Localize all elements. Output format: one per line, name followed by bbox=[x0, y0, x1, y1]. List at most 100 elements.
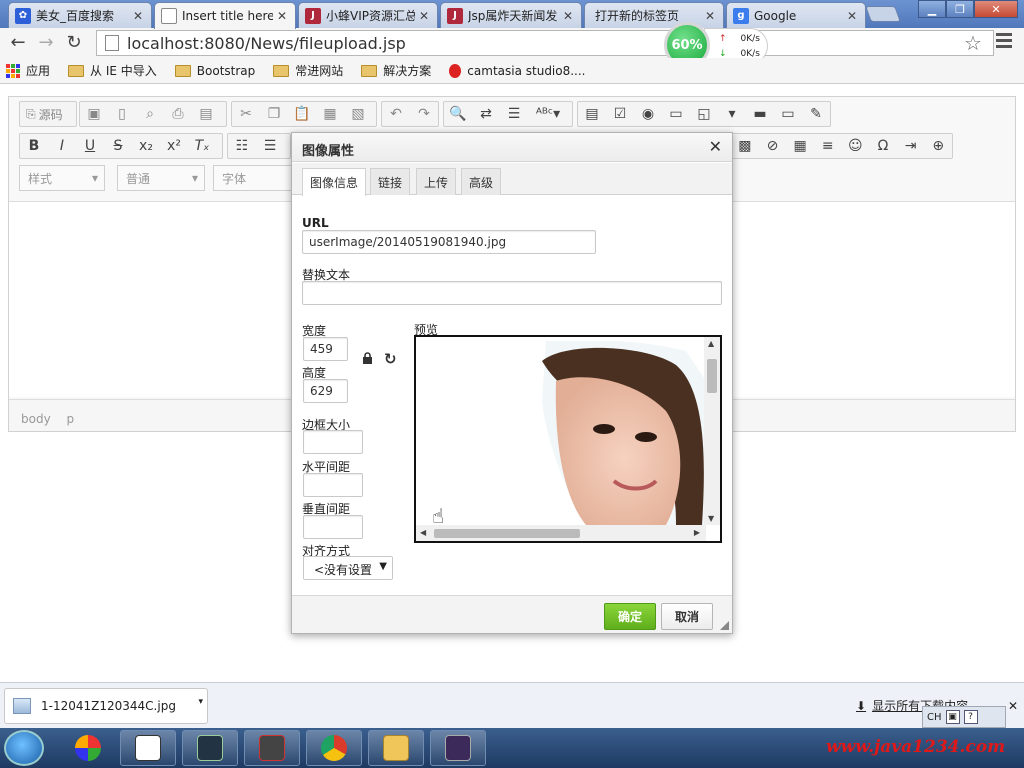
image-preview[interactable]: ▲ ▼ ◀ ▶ bbox=[414, 335, 722, 543]
subscript-icon[interactable]: x₂ bbox=[132, 134, 160, 158]
forward-arrow-icon[interactable]: → bbox=[34, 30, 58, 54]
tab-insert-title[interactable]: Insert title here ✕ bbox=[154, 2, 296, 29]
start-button[interactable] bbox=[4, 730, 44, 766]
close-icon[interactable]: ✕ bbox=[563, 9, 575, 23]
scroll-thumb[interactable] bbox=[434, 529, 580, 538]
form-icon[interactable]: ▤ bbox=[578, 102, 606, 126]
alt-text-input[interactable] bbox=[302, 281, 722, 305]
close-icon[interactable]: ✕ bbox=[1008, 699, 1018, 713]
bookmark-ie-import[interactable]: 从 IE 中导入 bbox=[68, 62, 157, 79]
paste-word-icon[interactable]: ▧ bbox=[344, 102, 372, 126]
align-select[interactable]: <没有设置 ▼ bbox=[303, 556, 393, 580]
select-all-icon[interactable]: ☰ bbox=[500, 102, 528, 126]
taskbar-app-eclipse[interactable] bbox=[430, 730, 486, 766]
border-input[interactable] bbox=[303, 430, 363, 454]
horizontal-scrollbar[interactable]: ◀ ▶ bbox=[416, 525, 706, 541]
close-icon[interactable]: ✕ bbox=[133, 9, 145, 23]
scroll-right-icon[interactable]: ▶ bbox=[694, 528, 700, 537]
bookmark-star-icon[interactable]: ☆ bbox=[964, 31, 982, 55]
templates-icon[interactable]: ▤ bbox=[192, 102, 220, 126]
chevron-down-icon[interactable]: ▾ bbox=[198, 697, 203, 707]
vspace-input[interactable] bbox=[303, 515, 363, 539]
textarea-icon[interactable]: ◱ bbox=[690, 102, 718, 126]
save-icon[interactable]: ▣ bbox=[80, 102, 108, 126]
scroll-down-icon[interactable]: ▼ bbox=[708, 514, 714, 523]
path-item-body[interactable]: body bbox=[21, 412, 51, 426]
close-icon[interactable]: ✕ bbox=[847, 9, 859, 23]
url-input[interactable] bbox=[302, 230, 596, 254]
back-arrow-icon[interactable]: ← bbox=[6, 30, 30, 54]
smiley-icon[interactable]: ☺ bbox=[842, 134, 870, 158]
bold-icon[interactable]: B bbox=[20, 134, 48, 158]
paste-icon[interactable]: 📋 bbox=[288, 102, 316, 126]
scroll-left-icon[interactable]: ◀ bbox=[420, 528, 426, 537]
tab-upload[interactable]: 上传 bbox=[416, 168, 456, 195]
preview-icon[interactable]: ⌕ bbox=[136, 102, 164, 126]
superscript-icon[interactable]: x² bbox=[160, 134, 188, 158]
style-combo[interactable]: 样式 ▾ bbox=[19, 165, 105, 191]
window-close-button[interactable]: ✕ bbox=[974, 0, 1018, 18]
source-button[interactable]: ⎘ 源码 bbox=[20, 102, 69, 126]
find-icon[interactable]: 🔍 bbox=[444, 102, 472, 126]
tab-advanced[interactable]: 高级 bbox=[461, 168, 501, 195]
height-input[interactable] bbox=[303, 379, 348, 403]
flash-icon[interactable]: ⊘ bbox=[759, 134, 787, 158]
new-tab-button[interactable] bbox=[865, 6, 901, 22]
taskbar-app-chrome[interactable] bbox=[306, 730, 362, 766]
font-combo[interactable]: 字体 bbox=[213, 165, 293, 191]
redo-icon[interactable]: ↷ bbox=[410, 102, 438, 126]
underline-icon[interactable]: U bbox=[76, 134, 104, 158]
reload-icon[interactable]: ↻ bbox=[62, 30, 86, 54]
resize-grip-icon[interactable] bbox=[720, 621, 729, 630]
select-icon[interactable]: ▾ bbox=[718, 102, 746, 126]
spellcheck-icon[interactable]: ᴬᴮᶜ▾ bbox=[528, 102, 568, 126]
new-page-icon[interactable]: ▯ bbox=[108, 102, 136, 126]
close-icon[interactable]: ✕ bbox=[419, 9, 431, 23]
strike-icon[interactable]: S bbox=[104, 134, 132, 158]
bookmark-solutions[interactable]: 解决方案 bbox=[361, 62, 431, 79]
restore-button[interactable]: ❐ bbox=[946, 0, 974, 18]
bookmark-camtasia[interactable]: camtasia studio8.... bbox=[449, 63, 586, 78]
ok-button[interactable]: 确定 bbox=[604, 603, 656, 630]
iframe-icon[interactable]: ⊕ bbox=[924, 134, 952, 158]
format-combo[interactable]: 普通 ▾ bbox=[117, 165, 205, 191]
button-icon[interactable]: ▬ bbox=[746, 102, 774, 126]
taskbar-app-tool[interactable] bbox=[244, 730, 300, 766]
ime-language-bar[interactable]: CH ▣ ? bbox=[922, 706, 1006, 728]
hspace-input[interactable] bbox=[303, 473, 363, 497]
ime-mode-icon[interactable]: ▣ bbox=[945, 710, 960, 724]
minimize-button[interactable]: ▁ bbox=[918, 0, 946, 18]
horizontal-rule-icon[interactable]: ≡ bbox=[814, 134, 842, 158]
print-icon[interactable]: ⎙ bbox=[164, 102, 192, 126]
taskbar-app-terminal[interactable] bbox=[182, 730, 238, 766]
page-break-icon[interactable]: ⇥ bbox=[897, 134, 925, 158]
address-bar[interactable]: localhost:8080/News/fileupload.jsp bbox=[96, 30, 994, 56]
vertical-scrollbar[interactable]: ▲ ▼ bbox=[704, 337, 720, 525]
close-icon[interactable]: ✕ bbox=[709, 137, 722, 156]
download-item[interactable]: 1-12041Z120344C.jpg ▾ bbox=[4, 688, 208, 724]
remove-format-icon[interactable]: Tₓ bbox=[188, 134, 216, 158]
width-input[interactable] bbox=[303, 337, 348, 361]
italic-icon[interactable]: I bbox=[48, 134, 76, 158]
tab-link[interactable]: 链接 bbox=[370, 168, 410, 195]
special-char-icon[interactable]: Ω bbox=[869, 134, 897, 158]
taskbar-app-explorer[interactable] bbox=[368, 730, 424, 766]
checkbox-icon[interactable]: ☑ bbox=[606, 102, 634, 126]
bulleted-list-icon[interactable]: ☰ bbox=[256, 134, 284, 158]
scroll-up-icon[interactable]: ▲ bbox=[708, 339, 714, 348]
bookmark-bootstrap[interactable]: Bootstrap bbox=[174, 64, 255, 78]
tab-baidu-search[interactable]: ✿ 美女_百度搜索 ✕ bbox=[8, 2, 152, 28]
bookmark-common-sites[interactable]: 常进网站 bbox=[273, 62, 343, 79]
hidden-field-icon[interactable]: ✎ bbox=[802, 102, 830, 126]
textfield-icon[interactable]: ▭ bbox=[662, 102, 690, 126]
undo-icon[interactable]: ↶ bbox=[382, 102, 410, 126]
image-icon[interactable]: ▩ bbox=[731, 134, 759, 158]
table-icon[interactable]: ▦ bbox=[786, 134, 814, 158]
taskbar-app-media[interactable] bbox=[60, 730, 116, 766]
help-icon[interactable]: ? bbox=[963, 710, 978, 724]
bookmark-apps[interactable]: 应用 bbox=[6, 62, 50, 79]
taskbar-app-document[interactable] bbox=[120, 730, 176, 766]
lock-icon[interactable] bbox=[362, 352, 373, 364]
tab-vip-resources[interactable]: J 小蜂VIP资源汇总 ✕ bbox=[298, 2, 438, 28]
cut-icon[interactable]: ✂ bbox=[232, 102, 260, 126]
